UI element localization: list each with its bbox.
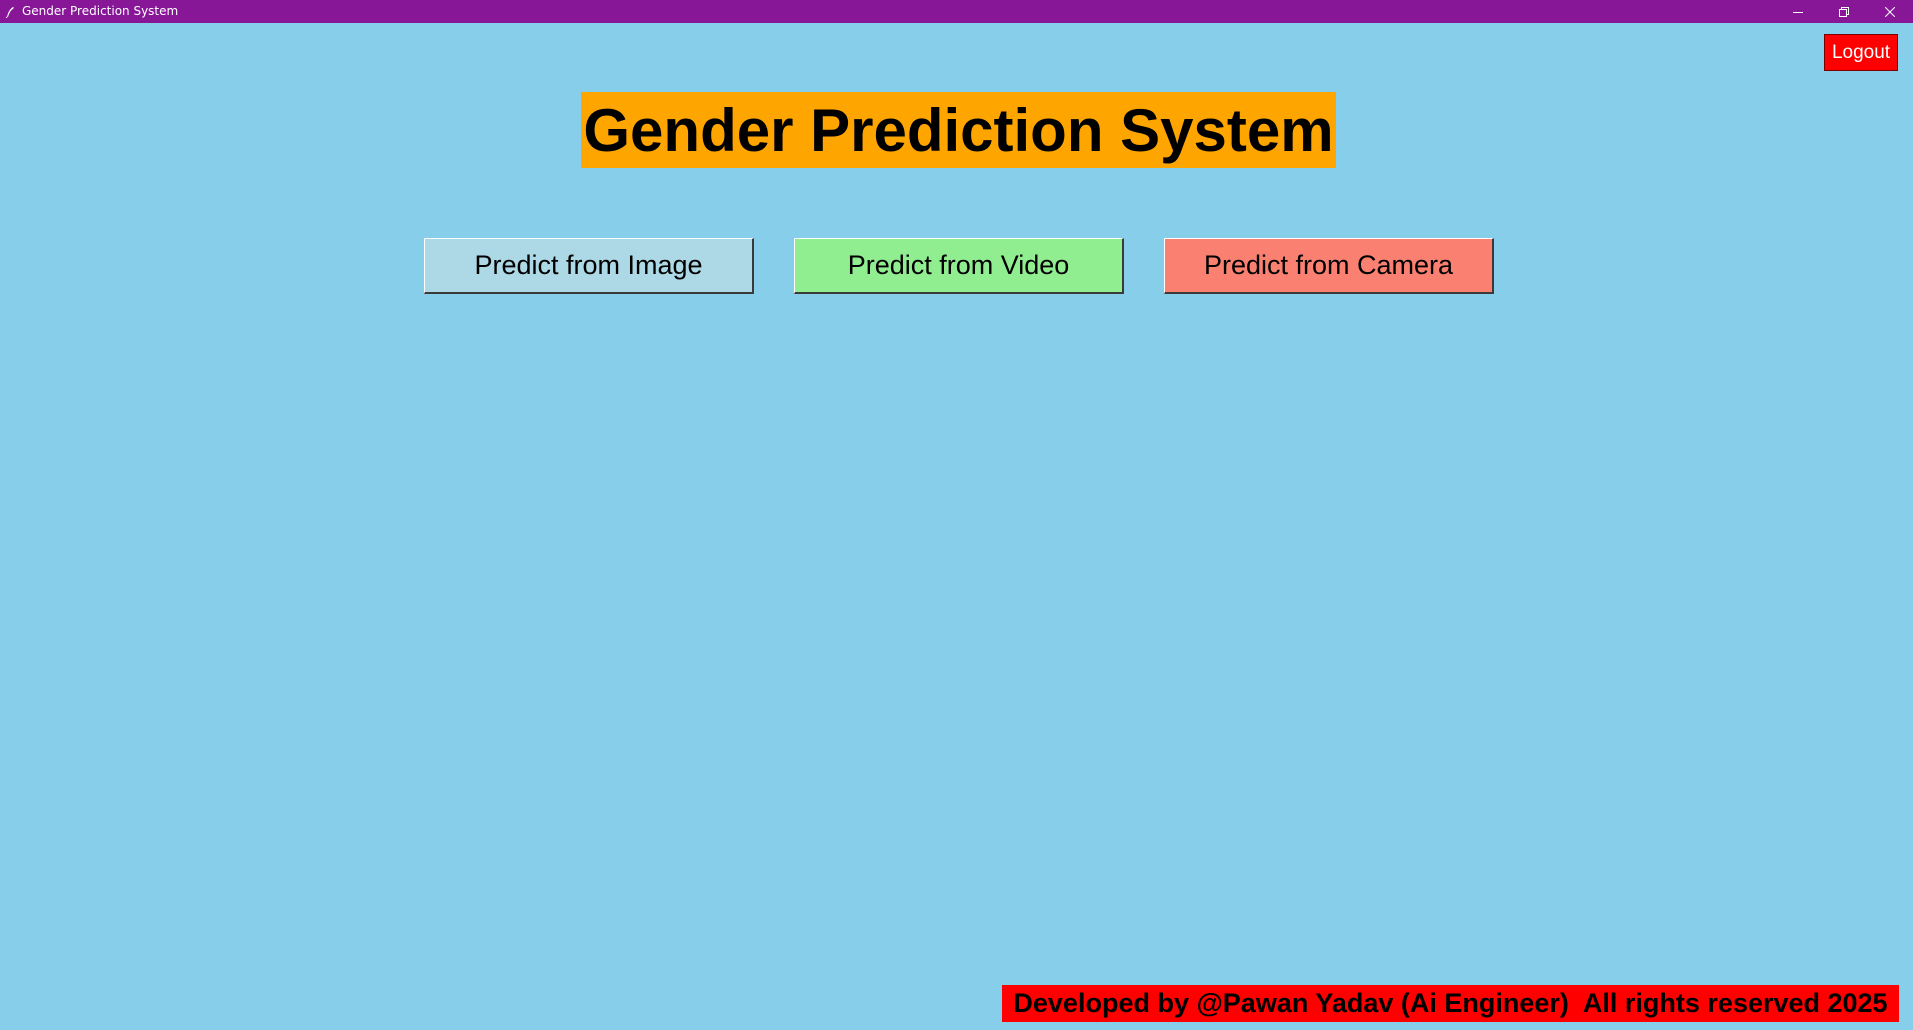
window-title: Gender Prediction System <box>22 4 179 18</box>
predict-from-video-button[interactable]: Predict from Video <box>794 238 1124 294</box>
predict-from-camera-button[interactable]: Predict from Camera <box>1164 238 1494 294</box>
close-icon <box>1885 6 1895 17</box>
close-button[interactable] <box>1867 0 1913 23</box>
footer-credits: Developed by @Pawan Yadav (Ai Engineer) … <box>1002 985 1899 1022</box>
window-controls <box>1775 0 1913 23</box>
logout-button[interactable]: Logout <box>1824 34 1898 71</box>
app-window: Gender Prediction System Logout Gender P… <box>0 0 1913 1030</box>
page-title: Gender Prediction System <box>581 92 1336 168</box>
restore-button[interactable] <box>1821 0 1867 23</box>
title-bar[interactable]: Gender Prediction System <box>0 0 1913 23</box>
minimize-icon <box>1793 11 1803 13</box>
feather-icon <box>5 6 14 18</box>
minimize-button[interactable] <box>1775 0 1821 23</box>
restore-icon <box>1839 6 1849 17</box>
predict-from-image-button[interactable]: Predict from Image <box>424 238 754 294</box>
